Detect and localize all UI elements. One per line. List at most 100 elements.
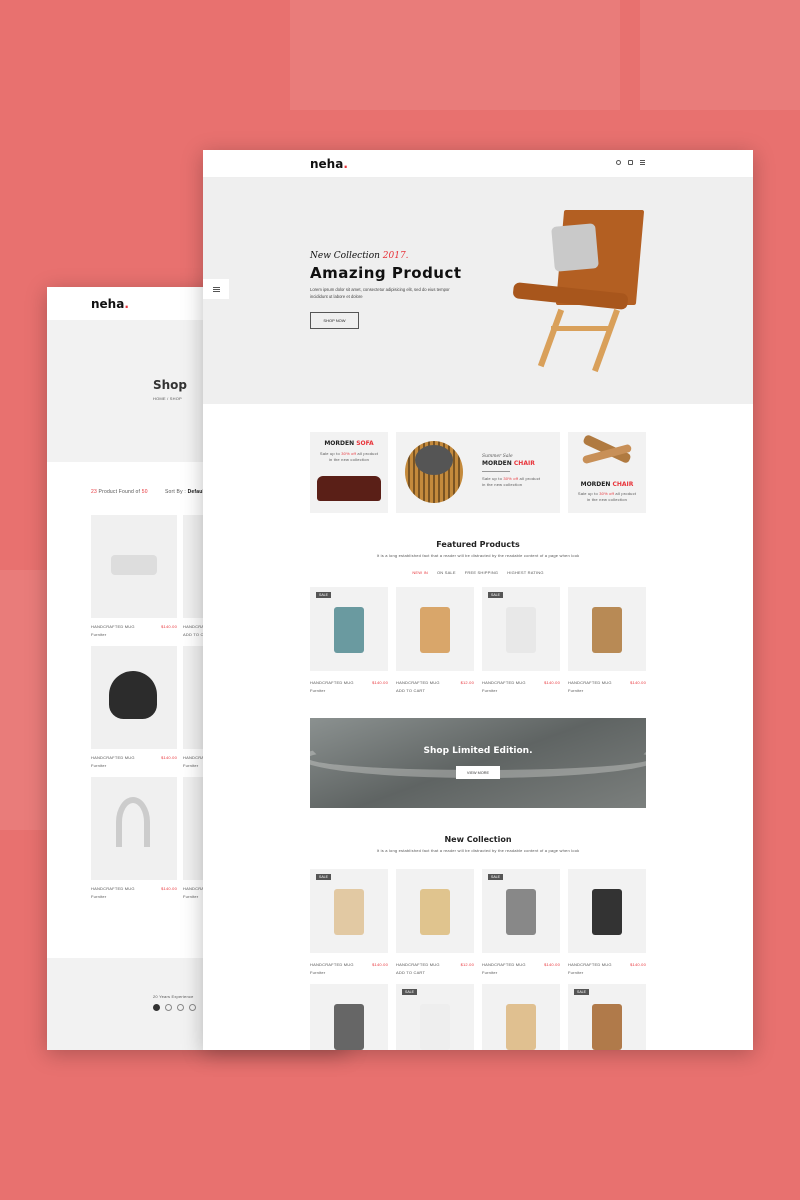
- product-image: SALE: [310, 869, 388, 953]
- promo-chair-summer[interactable]: Summer Sale MORDEN CHAIR Sale up to 30% …: [396, 432, 560, 513]
- product-image: [568, 869, 646, 953]
- search-icon[interactable]: [616, 160, 621, 165]
- promo-title: MORDEN SOFA: [324, 440, 374, 447]
- product-card[interactable]: HANDCRAFTED MUG $140.00 Furniter: [91, 777, 177, 899]
- promo-kicker: Summer Sale: [482, 454, 513, 459]
- home-header: neha.: [203, 150, 753, 178]
- tab-new-in[interactable]: NEW IN: [412, 570, 428, 575]
- cart-icon[interactable]: [628, 160, 633, 165]
- featured-tabs: NEW IN ON SALE FREE SHIPPING HIGHEST RATING: [203, 570, 753, 575]
- product-name[interactable]: HANDCRAFTED MUG: [568, 680, 612, 685]
- product-photo: [592, 889, 622, 935]
- twitter-icon[interactable]: [153, 1004, 160, 1011]
- breadcrumb[interactable]: HOME / SHOP: [153, 396, 182, 401]
- drone-photo: [111, 555, 157, 575]
- product-card[interactable]: SALE: [396, 984, 474, 1050]
- tab-highest-rating[interactable]: HIGHEST RATING: [507, 570, 543, 575]
- product-card[interactable]: HANDCRAFTED MUG $12.00 ADD TO CART: [396, 869, 474, 975]
- product-info: HANDCRAFTED MUG $140.00: [310, 680, 388, 685]
- product-price: $12.00: [460, 680, 474, 685]
- product-image: SALE: [310, 587, 388, 671]
- product-image: [482, 984, 560, 1050]
- promo-sofa[interactable]: MORDEN SOFA Sale up to 30% off all produ…: [310, 432, 388, 513]
- product-name[interactable]: HANDCRAFTED MUG: [482, 680, 526, 685]
- add-to-cart-button[interactable]: ADD TO CART: [396, 970, 474, 975]
- tab-on-sale[interactable]: ON SALE: [437, 570, 456, 575]
- featured-title: Featured Products: [436, 540, 520, 549]
- background-cabinet: [290, 0, 620, 110]
- sort-dropdown[interactable]: Sort By : Default: [165, 489, 206, 495]
- menu-icon[interactable]: [640, 160, 645, 165]
- facebook-icon[interactable]: [177, 1004, 184, 1011]
- promo-chair[interactable]: MORDEN CHAIR Sale up to 30% off all prod…: [568, 432, 646, 513]
- product-name[interactable]: HANDCRAFTED MUG: [91, 755, 135, 760]
- promo-text: Sale up to 30% off all product in the new…: [319, 451, 379, 462]
- product-info: HANDCRAFTED MUG $140.00: [568, 680, 646, 685]
- product-card[interactable]: SALE HANDCRAFTED MUG $140.00 Furniter: [310, 869, 388, 975]
- new-collection-title: New Collection: [444, 835, 512, 844]
- side-menu-button[interactable]: [203, 279, 229, 299]
- product-name[interactable]: HANDCRAFTED MUG: [568, 962, 612, 967]
- sofa-image: [317, 476, 381, 501]
- background-shelf: [0, 570, 47, 830]
- sale-badge: SALE: [316, 874, 331, 880]
- product-card[interactable]: HANDCRAFTED MUG $140.00 Furniter: [568, 869, 646, 975]
- product-price: $140.00: [630, 680, 646, 685]
- product-name[interactable]: HANDCRAFTED MUG: [310, 962, 354, 967]
- product-image: [91, 646, 177, 749]
- home-page-preview: neha. New Collection 2017. Amazing Produ…: [203, 150, 753, 1050]
- product-image: [396, 869, 474, 953]
- product-card[interactable]: HANDCRAFTED MUG $12.00 ADD TO CART: [396, 587, 474, 693]
- product-price: $140.00: [161, 624, 177, 629]
- product-info: HANDCRAFTED MUG $12.00: [396, 962, 474, 967]
- promo-title: MORDEN CHAIR: [482, 460, 535, 467]
- product-category: Furniter: [482, 688, 498, 693]
- product-image: SALE: [568, 984, 646, 1050]
- logo[interactable]: neha.: [310, 157, 348, 171]
- product-info: HANDCRAFTED MUG $140.00: [568, 962, 646, 967]
- product-name[interactable]: HANDCRAFTED MUG: [91, 624, 135, 629]
- instagram-icon[interactable]: [189, 1004, 196, 1011]
- product-photo: [592, 607, 622, 653]
- product-name[interactable]: HANDCRAFTED MUG: [310, 680, 354, 685]
- tab-free-shipping[interactable]: FREE SHIPPING: [465, 570, 499, 575]
- product-photo: [334, 1004, 364, 1050]
- product-info: HANDCRAFTED MUG $140.00: [91, 755, 177, 760]
- product-card[interactable]: SALE HANDCRAFTED MUG $140.00 Furniter: [482, 869, 560, 975]
- product-card[interactable]: HANDCRAFTED MUG $140.00 Furniter: [91, 515, 177, 637]
- product-category: Furniter: [568, 970, 584, 975]
- product-card[interactable]: SALE HANDCRAFTED MUG $140.00 Furniter: [482, 587, 560, 693]
- product-category: Furniter: [91, 632, 107, 637]
- hero-section: New Collection 2017. Amazing Product Lor…: [203, 178, 753, 404]
- new-collection-subtitle: It is a long established fact that a rea…: [376, 848, 580, 853]
- product-card[interactable]: [310, 984, 388, 1050]
- view-more-button[interactable]: VIEW MORE: [456, 766, 500, 779]
- product-name[interactable]: HANDCRAFTED MUG: [482, 962, 526, 967]
- footer-tagline: 20 Years Experience: [153, 994, 194, 999]
- product-card[interactable]: HANDCRAFTED MUG $140.00 Furniter: [568, 587, 646, 693]
- product-price: $140.00: [544, 962, 560, 967]
- product-card[interactable]: SALE: [568, 984, 646, 1050]
- google-icon[interactable]: [165, 1004, 172, 1011]
- product-card[interactable]: SALE HANDCRAFTED MUG $140.00 Furniter: [310, 587, 388, 693]
- product-photo: [334, 889, 364, 935]
- product-card[interactable]: HANDCRAFTED MUG $140.00 Furniter: [91, 646, 177, 768]
- product-price: $140.00: [544, 680, 560, 685]
- product-info: HANDCRAFTED MUG $12.00: [396, 680, 474, 685]
- clock-photo: [109, 671, 157, 719]
- product-image: [91, 777, 177, 880]
- product-name[interactable]: HANDCRAFTED MUG: [396, 680, 440, 685]
- social-links: [153, 1004, 196, 1011]
- product-category: Furniter: [91, 763, 107, 768]
- product-name[interactable]: HANDCRAFTED MUG: [91, 886, 135, 891]
- page-title: Shop: [153, 378, 188, 392]
- add-to-cart-button[interactable]: ADD TO CART: [396, 688, 474, 693]
- product-photo: [420, 889, 450, 935]
- logo[interactable]: neha.: [91, 297, 129, 311]
- product-image: SALE: [482, 869, 560, 953]
- product-photo: [506, 889, 536, 935]
- shop-now-button[interactable]: SHOP NOW: [310, 312, 359, 329]
- product-card[interactable]: [482, 984, 560, 1050]
- product-price: $140.00: [372, 680, 388, 685]
- product-name[interactable]: HANDCRAFTED MUG: [396, 962, 440, 967]
